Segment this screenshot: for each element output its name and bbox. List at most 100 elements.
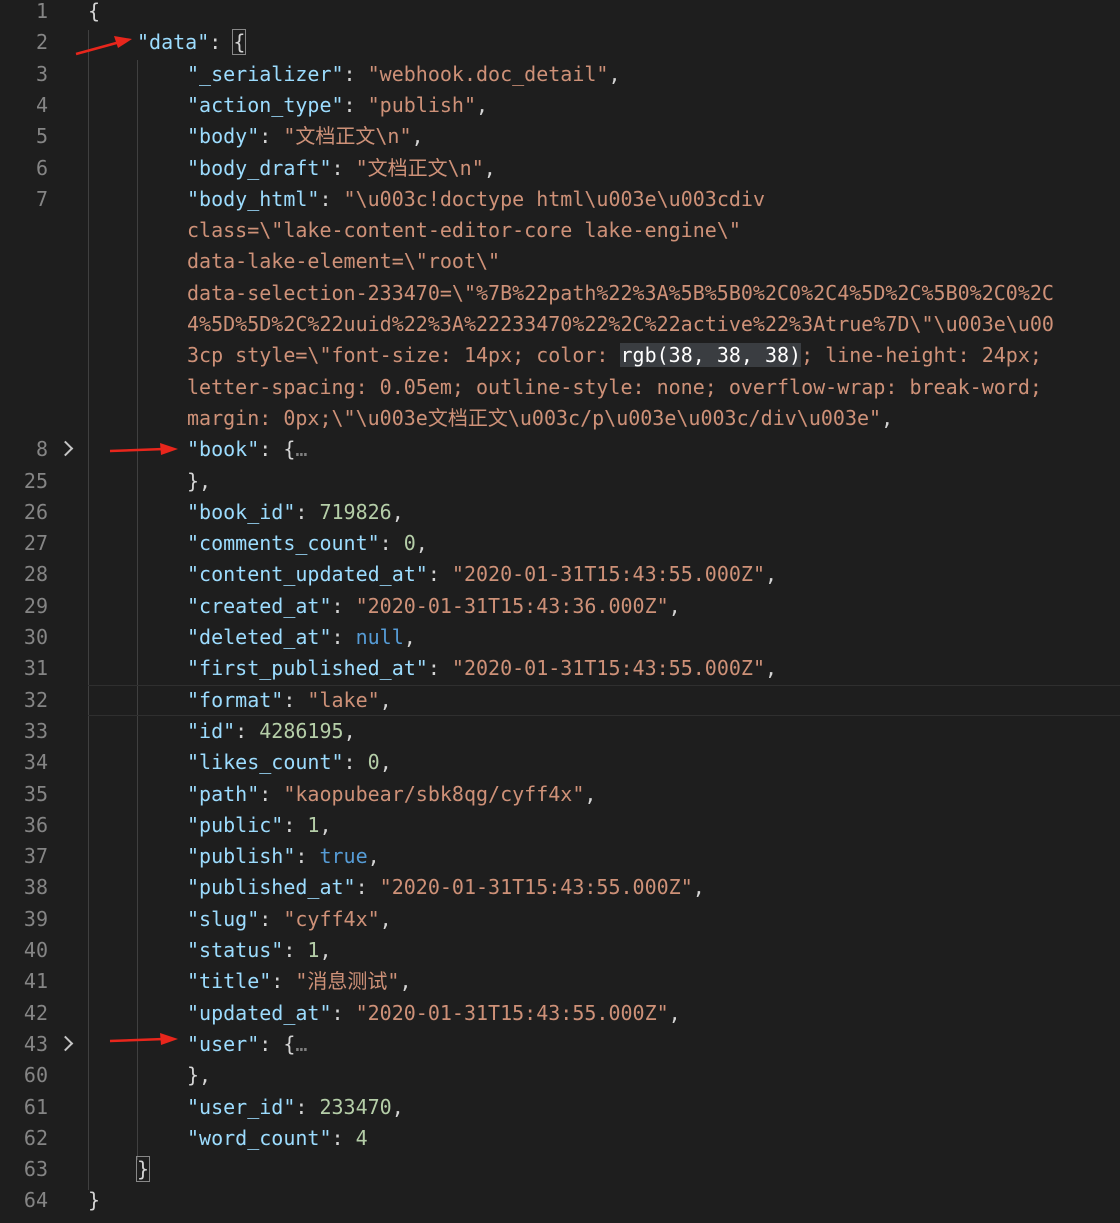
code-token: class=\"lake-content-editor-core lake-en… [187, 218, 741, 243]
code-editor[interactable]: 1{2 "data": {3 "_serializer": "webhook.doc… [0, 0, 1120, 1223]
code-token: 4%5D%5D%2C%22uuid%22%3A%22233470%22%2C%2… [187, 312, 1054, 336]
code-token: , [379, 750, 392, 775]
code-token: "content_updated_at" [187, 562, 428, 587]
code-token: "文档正文\n" [283, 124, 412, 149]
chevron-right-icon[interactable] [57, 1035, 74, 1052]
code-line: 32 "format": "lake", [0, 685, 1120, 716]
code-token: : [283, 687, 308, 712]
code-line: 7 "body_html": "\u003c!doctype html\u003e… [0, 184, 1120, 215]
line-number: 35 [23, 781, 48, 806]
code-token: "book" [187, 437, 260, 462]
code-token: "publish" [187, 844, 296, 869]
line-number: 28 [23, 562, 48, 587]
code-line: 4%5D%5D%2C%22uuid%22%3A%22233470%22%2C%2… [0, 309, 1120, 340]
code-line: 1{ [0, 0, 1120, 27]
code-token: , [379, 687, 392, 712]
code-token: … [295, 1031, 308, 1056]
line-number: 32 [23, 687, 48, 712]
code-text: } [88, 1185, 100, 1216]
code-text: "format": "lake", [187, 685, 392, 716]
code-token: "slug" [187, 906, 260, 931]
code-token: : [331, 155, 356, 180]
code-line: 62 "word_count": 4 [0, 1123, 1120, 1154]
code-token: : [209, 30, 234, 55]
code-token: : [427, 562, 452, 587]
code-line: 25}, [0, 466, 1120, 497]
line-number: 31 [23, 656, 48, 681]
line-number: 26 [23, 499, 48, 524]
code-text: }, [187, 1060, 211, 1091]
code-line: 5 "body": "文档正文\n", [0, 121, 1120, 152]
red-arrow-annotation-icon [109, 1033, 178, 1045]
code-token: , [692, 875, 705, 900]
line-number: 62 [23, 1125, 48, 1150]
line-number: 4 [35, 92, 48, 117]
code-line: 29 "created_at": "2020-01-31T15:43:36.000… [0, 591, 1120, 622]
code-token: "comments_count" [187, 531, 380, 556]
code-token: , [379, 906, 392, 931]
code-token: true [319, 844, 368, 869]
code-token: margin: 0px;\"\u003e文档正文\u003c/p\u003e\u… [187, 405, 882, 430]
code-line: letter-spacing: 0.05em; outline-style: n… [0, 372, 1120, 403]
red-arrow-annotation-icon [75, 36, 132, 56]
line-number: 6 [35, 155, 48, 180]
code-token: : [235, 718, 260, 743]
code-token: "book_id" [187, 499, 296, 524]
code-token: rgb(38, 38, 38) [620, 343, 802, 368]
code-text: "body": "文档正文\n", [187, 121, 424, 152]
code-token: : [343, 750, 368, 775]
code-token: 4 [355, 1125, 368, 1150]
code-token: "webhook.doc_detail" [367, 61, 609, 86]
code-token: letter-spacing: 0.05em; outline-style: n… [187, 374, 1042, 399]
code-line: 27 "comments_count": 0, [0, 528, 1120, 559]
code-text: "data": { [137, 27, 247, 58]
code-token: "deleted_at" [187, 625, 332, 649]
code-text: data-lake-element=\"root\" [187, 246, 500, 277]
code-text: 3cp style=\"font-size: 14px; color: rgb(… [187, 340, 1042, 371]
code-token: "lake" [307, 687, 380, 712]
code-token: "2020-01-31T15:43:55.000Z" [355, 1000, 669, 1025]
code-token: "publish" [367, 92, 477, 117]
code-line: 33 "id": 4286195, [0, 716, 1120, 747]
code-line: 35 "path": "kaopubear/sbk8qg/cyff4x", [0, 779, 1120, 810]
code-line: 61 "user_id": 233470, [0, 1092, 1120, 1123]
code-line: 39 "slug": "cyff4x", [0, 904, 1120, 935]
code-token: "文档正文\n" [355, 155, 484, 180]
line-number: 37 [23, 844, 48, 869]
code-token: : [319, 186, 344, 211]
code-line: 6 "body_draft": "文档正文\n", [0, 153, 1120, 184]
code-token: , [608, 61, 621, 86]
code-text: "updated_at": "2020-01-31T15:43:55.000Z"… [187, 998, 681, 1029]
line-number: 39 [23, 906, 48, 931]
code-line: 60}, [0, 1060, 1120, 1091]
code-line: 3cp style=\"font-size: 14px; color: rgb(… [0, 340, 1120, 371]
code-text: "book_id": 719826, [187, 497, 404, 528]
code-token: : [331, 1125, 356, 1150]
code-token: : [295, 499, 320, 524]
code-text: "title": "消息测试", [187, 966, 412, 997]
code-line: 31 "first_published_at": "2020-01-31T15:4… [0, 653, 1120, 684]
code-token: : [331, 593, 356, 618]
code-text: "user": {… [187, 1029, 307, 1060]
code-token: , [367, 844, 380, 869]
code-text: } [135, 1154, 151, 1185]
code-token: "action_type" [187, 92, 344, 117]
code-token: , [415, 531, 428, 556]
line-number: 2 [35, 30, 48, 55]
chevron-right-icon[interactable] [57, 440, 74, 457]
code-line: 37 "publish": true, [0, 841, 1120, 872]
code-token: "id" [187, 718, 236, 743]
code-line: 30 "deleted_at": null, [0, 622, 1120, 653]
code-line: 41 "title": "消息测试", [0, 966, 1120, 997]
line-number: 64 [23, 1188, 48, 1213]
code-line: 40 "status": 1, [0, 935, 1120, 966]
code-token: "user" [187, 1031, 260, 1056]
code-text: margin: 0px;\"\u003e文档正文\u003c/p\u003e\u… [187, 403, 893, 434]
line-number: 42 [23, 1000, 48, 1025]
code-token: , [411, 124, 424, 149]
code-line: 2 "data": { [0, 27, 1120, 58]
code-text: "action_type": "publish", [187, 90, 488, 121]
code-token: "public" [187, 812, 284, 837]
code-text: letter-spacing: 0.05em; outline-style: n… [187, 372, 1042, 403]
code-token: } [135, 1156, 151, 1183]
